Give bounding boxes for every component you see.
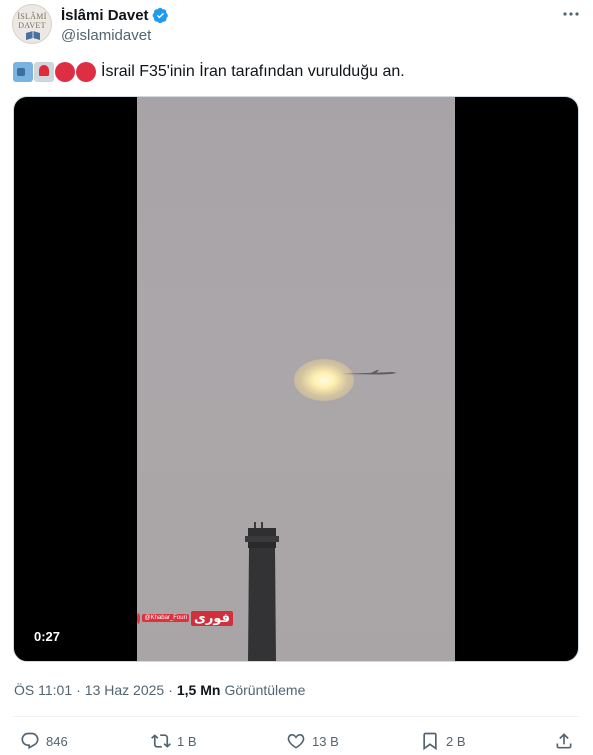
avatar-text-top: İSLÂMİ: [17, 12, 47, 21]
tweet-time[interactable]: ÖS 11:01: [14, 682, 72, 698]
tweet-text: İsrail F35'inin İran tarafından vurulduğ…: [13, 60, 405, 84]
chimney-silhouette: [245, 522, 279, 661]
tweet-header: İSLÂMİ DAVET İslâmi Davet @islamidavet: [12, 4, 581, 48]
video-duration: 0:27: [34, 629, 61, 644]
movie-camera-icon: [13, 62, 33, 82]
meta-separator: ·: [76, 682, 81, 698]
bookmark-button[interactable]: 2 B: [420, 728, 466, 754]
repost-icon: [151, 734, 171, 748]
share-icon: [556, 733, 572, 749]
reply-count: 846: [46, 733, 68, 749]
police-light-icon: [34, 62, 54, 82]
explosion-glow: [294, 359, 354, 401]
name-row: İslâmi Davet: [61, 6, 169, 24]
views-count: 1,5 Mn: [176, 682, 221, 698]
repost-count: 1 B: [177, 733, 197, 749]
video-player[interactable]: @Khabar_Fouri فوری 0:27: [13, 96, 579, 662]
heart-icon: [287, 734, 305, 749]
bookmark-count: 2 B: [446, 733, 466, 749]
tweet-meta: ÖS 11:01 · 13 Haz 2025 · 1,5 Mn Görüntül…: [14, 680, 305, 700]
watermark-handle: @Khabar_Fouri: [142, 614, 189, 622]
red-circle-icon: [76, 62, 96, 82]
meta-separator: ·: [168, 682, 173, 698]
watermark-logo: فوری: [190, 610, 233, 626]
verified-badge-icon[interactable]: [152, 7, 169, 24]
action-bar: 846 1 B 13 B 2 B: [14, 728, 580, 754]
author-handle[interactable]: @islamidavet: [61, 27, 151, 44]
bookmark-icon: [423, 732, 437, 751]
reply-icon: [21, 732, 39, 750]
avatar-book-icon: [26, 31, 40, 40]
share-button[interactable]: [554, 728, 580, 754]
views-label: Görüntüleme: [224, 682, 306, 698]
like-button[interactable]: 13 B: [286, 728, 339, 754]
divider: [13, 716, 579, 717]
red-circle-icon: [55, 62, 75, 82]
video-watermark: @Khabar_Fouri فوری: [137, 610, 233, 626]
tweet-body: İsrail F35'inin İran tarafından vurulduğ…: [101, 63, 405, 80]
repost-button[interactable]: 1 B: [151, 728, 197, 754]
display-name[interactable]: İslâmi Davet: [61, 7, 149, 24]
like-count: 13 B: [312, 733, 339, 749]
avatar-text-bottom: DAVET: [18, 21, 46, 30]
avatar[interactable]: İSLÂMİ DAVET: [12, 4, 52, 44]
more-icon[interactable]: [561, 4, 581, 24]
video-frame[interactable]: @Khabar_Fouri فوری: [137, 97, 455, 661]
tweet-date[interactable]: 13 Haz 2025: [85, 682, 164, 698]
telegram-icon: [137, 612, 141, 624]
jet-silhouette: [341, 370, 397, 375]
reply-button[interactable]: 846: [20, 728, 68, 754]
